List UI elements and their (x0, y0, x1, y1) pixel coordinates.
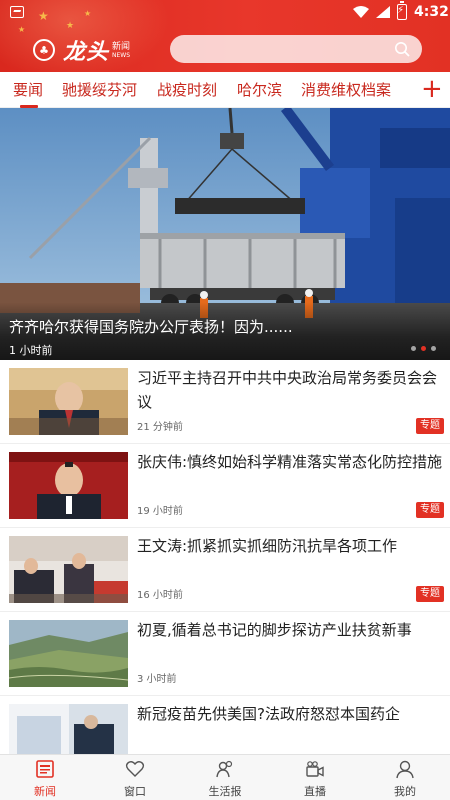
logo-sub: 新闻 NEWS (112, 42, 130, 59)
news-headline[interactable]: 新冠疫苗先供美国?法政府怒怼本国药企 (137, 702, 443, 726)
news-time: 19 小时前 (137, 506, 183, 517)
logo-sub-cn: 新闻 (112, 41, 131, 52)
app-screen: ★ ★ ★ ★ 4:32 ♣ 龙头 新闻 NEWS (0, 0, 450, 800)
news-headline[interactable]: 张庆伟:慎终如始科学精准落实常态化防控措施 (137, 450, 443, 474)
people-icon (216, 760, 233, 778)
news-item[interactable]: 张庆伟:慎终如始科学精准落实常态化防控措施 19 小时前 专题 (0, 444, 450, 528)
search-input[interactable] (170, 35, 422, 63)
carousel-dot[interactable] (431, 346, 436, 351)
nav-life-paper-label: 生活报 (208, 785, 242, 798)
topic-badge[interactable]: 专题 (416, 418, 444, 434)
nav-window[interactable]: 窗口 (90, 755, 180, 800)
nav-news-label: 新闻 (34, 785, 56, 798)
news-headline[interactable]: 初夏,循着总书记的脚步探访产业扶贫新事 (137, 618, 443, 642)
nav-live[interactable]: 直播 (270, 755, 360, 800)
news-time: 3 小时前 (137, 674, 177, 685)
add-tab-button[interactable]: + (421, 74, 443, 104)
nav-profile[interactable]: 我的 (360, 755, 450, 800)
news-item[interactable]: 王文涛:抓紧抓实抓细防汛抗旱各项工作 16 小时前 专题 (0, 528, 450, 612)
news-thumbnail (9, 368, 128, 435)
heart-icon (125, 761, 145, 777)
news-headline[interactable]: 王文涛:抓紧抓实抓细防汛抗旱各项工作 (137, 534, 443, 558)
tab-headlines[interactable]: 要闻 (13, 80, 43, 100)
carousel-dot-active[interactable] (421, 346, 426, 351)
logo-name: 龙头 (63, 39, 110, 65)
hero-carousel[interactable]: 齐齐哈尔获得国务院办公厅表扬！因为...... 1 小时前 (0, 108, 450, 360)
tab-suifenhe[interactable]: 驰援绥芬河 (62, 80, 137, 100)
news-item[interactable]: 习近平主持召开中共中央政治局常务委员会会议 21 分钟前 专题 (0, 360, 450, 444)
signal-icon (376, 6, 390, 18)
category-tabs: 要闻 驰援绥芬河 战疫时刻 哈尔滨 消费维权档案 + (0, 72, 450, 108)
news-time: 21 分钟前 (137, 422, 183, 433)
topic-badge[interactable]: 专题 (416, 586, 444, 602)
wifi-icon (353, 6, 369, 18)
tab-epidemic[interactable]: 战疫时刻 (157, 80, 217, 100)
news-thumbnail (9, 620, 128, 687)
status-time: 4:32 (414, 4, 449, 20)
logo-mark-icon: ♣ (33, 39, 55, 61)
app-header: ★ ★ ★ ★ 4:32 ♣ 龙头 新闻 NEWS (0, 0, 450, 72)
tab-harbin[interactable]: 哈尔滨 (237, 80, 282, 100)
news-icon (36, 760, 54, 778)
search-icon[interactable] (394, 41, 410, 57)
hero-time: 1 小时前 (9, 344, 53, 357)
tab-consumer-rights[interactable]: 消费维权档案 (301, 80, 391, 100)
carousel-dot[interactable] (411, 346, 416, 351)
hero-title[interactable]: 齐齐哈尔获得国务院办公厅表扬！因为...... (9, 316, 293, 338)
user-icon (396, 760, 414, 779)
news-thumbnail (9, 536, 128, 603)
nav-live-label: 直播 (304, 785, 326, 798)
nav-profile-label: 我的 (394, 785, 416, 798)
battery-icon (397, 1, 407, 20)
topic-badge[interactable]: 专题 (416, 502, 444, 518)
nav-news[interactable]: 新闻 (0, 755, 90, 800)
image-notification-icon (10, 6, 24, 18)
bottom-navigation: 新闻 窗口 生活报 直播 我的 (0, 754, 450, 800)
news-headline[interactable]: 习近平主持召开中共中央政治局常务委员会会议 (137, 366, 443, 414)
video-camera-icon (306, 761, 324, 777)
news-item[interactable]: 初夏,循着总书记的脚步探访产业扶贫新事 3 小时前 (0, 612, 450, 696)
nav-window-label: 窗口 (124, 785, 146, 798)
app-logo: ♣ 龙头 新闻 NEWS (33, 36, 130, 65)
news-time: 16 小时前 (137, 590, 183, 601)
nav-life-paper[interactable]: 生活报 (180, 755, 270, 800)
news-thumbnail (9, 452, 128, 519)
logo-sub-en: NEWS (112, 51, 131, 59)
status-bar: 4:32 (0, 0, 450, 26)
